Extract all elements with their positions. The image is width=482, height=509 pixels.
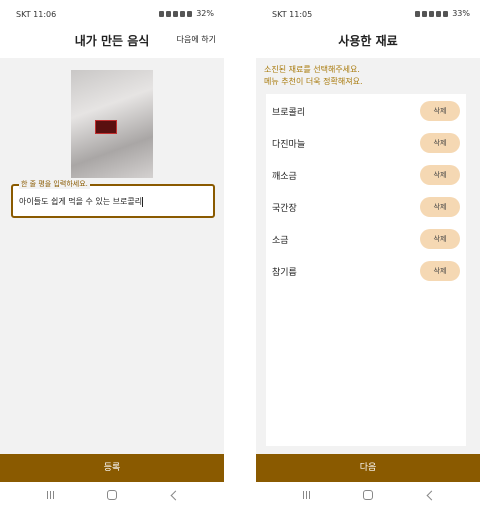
app-header: 사용한 재료 <box>256 28 480 56</box>
alarm-icon <box>159 10 165 17</box>
home-icon[interactable] <box>358 488 378 502</box>
ingredient-name: 국간장 <box>272 204 297 214</box>
wifi-icon <box>436 10 442 17</box>
ingredient-item[interactable]: 참기름 삭제 <box>266 256 466 287</box>
caption-label: 한 줄 평을 입력하세요. <box>19 179 90 189</box>
ingredient-item[interactable]: 소금 삭제 <box>266 224 466 255</box>
photo-detail <box>95 120 117 134</box>
delete-button[interactable]: 삭제 <box>420 133 460 153</box>
mute-icon <box>173 10 179 17</box>
battery-percent: 32% <box>196 9 214 18</box>
delete-button[interactable]: 삭제 <box>420 261 460 281</box>
notice-line-1: 소진된 재료를 선택해주세요. <box>264 65 360 74</box>
recent-apps-icon[interactable] <box>40 488 60 502</box>
ingredient-list: 브로콜리 삭제 다진마늘 삭제 깨소금 삭제 국간장 삭제 소금 삭제 참기름 … <box>266 94 466 446</box>
wifi-icon <box>180 10 186 17</box>
register-button[interactable]: 등록 <box>0 454 224 482</box>
signal-icon <box>443 10 449 17</box>
page-title: 사용한 재료 <box>338 34 398 48</box>
ingredient-item[interactable]: 브로콜리 삭제 <box>266 96 466 127</box>
system-nav-bar <box>0 482 224 509</box>
back-icon[interactable] <box>420 488 440 502</box>
notice-text: 소진된 재료를 선택해주세요. 메뉴 추천이 더욱 정확해져요. <box>264 64 363 88</box>
alarm-icon <box>415 10 421 17</box>
mute-icon <box>429 10 435 17</box>
system-nav-bar <box>256 482 480 509</box>
food-photo[interactable] <box>71 70 153 178</box>
bluetooth-icon <box>166 10 172 17</box>
ingredient-name: 소금 <box>272 236 289 246</box>
skip-button[interactable]: 다음에 하기 <box>177 34 216 45</box>
ingredient-name: 브로콜리 <box>272 108 306 118</box>
delete-button[interactable]: 삭제 <box>420 229 460 249</box>
ingredient-name: 참기름 <box>272 268 297 278</box>
home-icon[interactable] <box>102 488 122 502</box>
recent-apps-icon[interactable] <box>296 488 316 502</box>
text-cursor <box>142 196 144 207</box>
status-icons <box>415 10 449 17</box>
notice-line-2: 메뉴 추천이 더욱 정확해져요. <box>264 77 363 86</box>
content-area: 소진된 재료를 선택해주세요. 메뉴 추천이 더욱 정확해져요. 브로콜리 삭제… <box>256 58 480 454</box>
signal-icon <box>187 10 193 17</box>
ingredient-name: 다진마늘 <box>272 140 306 150</box>
content-area: 한 줄 평을 입력하세요. 아이들도 쉽게 먹을 수 있는 브로콜리 <box>0 58 224 454</box>
ingredient-name: 깨소금 <box>272 172 297 182</box>
ingredient-item[interactable]: 국간장 삭제 <box>266 192 466 223</box>
caption-value: 아이들도 쉽게 먹을 수 있는 브로콜리 <box>19 197 143 206</box>
app-header: 내가 만든 음식 다음에 하기 <box>0 28 224 56</box>
back-icon[interactable] <box>164 488 184 502</box>
screen-used-ingredients: SKT 11:05 33% 사용한 재료 소진된 재료를 선택해주세요. 메뉴 … <box>256 0 480 509</box>
bluetooth-icon <box>422 10 428 17</box>
next-button[interactable]: 다음 <box>256 454 480 482</box>
status-bar: SKT 11:06 32% <box>0 0 224 28</box>
status-time: SKT 11:05 <box>272 10 313 19</box>
status-icons <box>159 10 193 17</box>
delete-button[interactable]: 삭제 <box>420 197 460 217</box>
caption-input[interactable]: 한 줄 평을 입력하세요. 아이들도 쉽게 먹을 수 있는 브로콜리 <box>11 179 215 218</box>
status-time: SKT 11:06 <box>16 10 57 19</box>
delete-button[interactable]: 삭제 <box>420 165 460 185</box>
screen-my-dish: SKT 11:06 32% 내가 만든 음식 다음에 하기 한 줄 평을 입력하… <box>0 0 224 509</box>
ingredient-item[interactable]: 다진마늘 삭제 <box>266 128 466 159</box>
delete-button[interactable]: 삭제 <box>420 101 460 121</box>
status-bar: SKT 11:05 33% <box>256 0 480 28</box>
ingredient-item[interactable]: 깨소금 삭제 <box>266 160 466 191</box>
battery-percent: 33% <box>452 9 470 18</box>
